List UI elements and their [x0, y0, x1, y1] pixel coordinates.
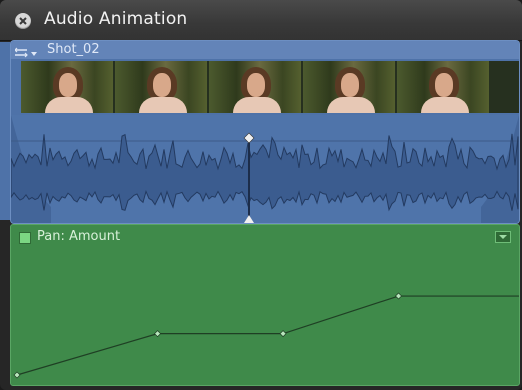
clip-name: Shot_02	[47, 42, 100, 57]
pan-automation-lane[interactable]: Pan: Amount	[10, 224, 520, 386]
clip-header: Shot_02	[11, 41, 519, 59]
automation-menu-button[interactable]	[495, 231, 511, 243]
automation-keyframe[interactable]	[154, 330, 162, 338]
window-title: Audio Animation	[44, 9, 188, 29]
filmstrip-frame	[303, 61, 395, 113]
audio-animation-window: Audio Animation Shot_02 Pan: Amount	[0, 0, 522, 390]
automation-keyframe[interactable]	[395, 292, 403, 300]
automation-enable-checkbox[interactable]	[19, 232, 31, 244]
automation-keyframe[interactable]	[279, 330, 287, 338]
close-button[interactable]	[15, 13, 31, 29]
filmstrip-frame	[397, 61, 489, 113]
automation-curve[interactable]	[11, 225, 519, 385]
video-filmstrip	[21, 61, 519, 113]
close-icon	[19, 17, 27, 25]
audio-waveform	[11, 115, 519, 223]
filmstrip-frame	[21, 61, 113, 113]
automation-parameter-label: Pan: Amount	[37, 229, 121, 244]
audio-clip[interactable]: Shot_02	[10, 40, 520, 224]
audio-waveform-area[interactable]	[11, 115, 519, 223]
filmstrip-frame	[209, 61, 301, 113]
automation-keyframe[interactable]	[13, 371, 21, 379]
title-bar: Audio Animation	[0, 0, 522, 41]
filmstrip-frame	[115, 61, 207, 113]
